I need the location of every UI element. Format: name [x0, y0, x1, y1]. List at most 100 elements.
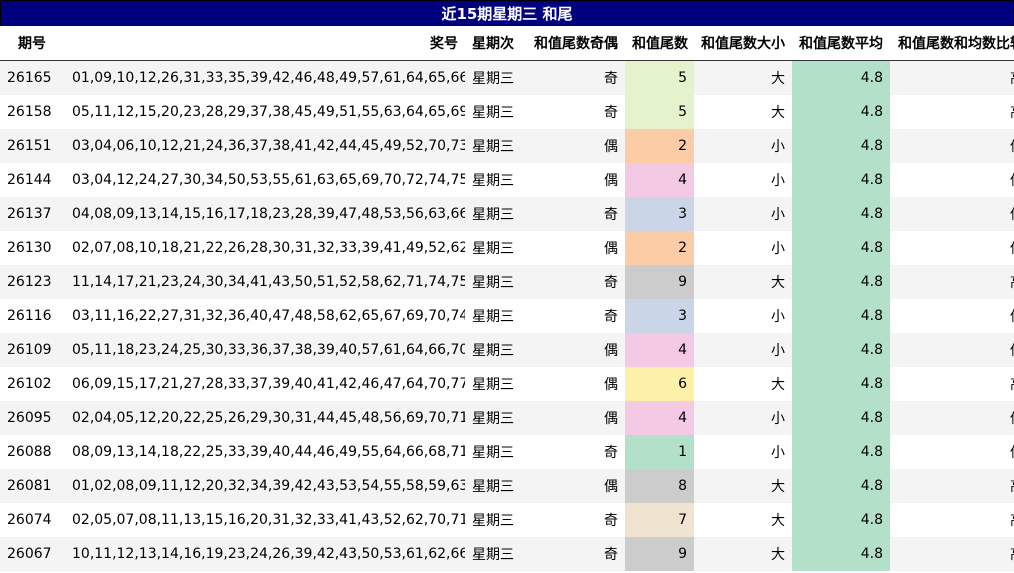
- cell-compare: 高: [890, 469, 1014, 503]
- cell-numbers: 05,11,12,15,20,23,28,29,37,38,45,49,51,5…: [65, 95, 465, 129]
- cell-tail: 4: [625, 163, 694, 197]
- cell-avg: 4.8: [792, 231, 890, 265]
- cell-odd-even: 奇: [526, 60, 625, 95]
- cell-avg: 4.8: [792, 367, 890, 401]
- cell-numbers: 06,09,15,17,21,27,28,33,37,39,40,41,42,4…: [65, 367, 465, 401]
- cell-tail: 8: [625, 469, 694, 503]
- cell-weekday: 星期三: [465, 231, 526, 265]
- header-compare[interactable]: 和值尾数和均数比较: [890, 26, 1014, 61]
- cell-numbers: 02,07,08,10,18,21,22,26,28,30,31,32,33,3…: [65, 231, 465, 265]
- table-row: 26088 08,09,13,14,18,22,25,33,39,40,44,4…: [0, 435, 1014, 469]
- cell-odd-even: 奇: [526, 537, 625, 571]
- header-avg[interactable]: 和值尾数平均: [792, 26, 890, 61]
- cell-odd-even: 偶: [526, 367, 625, 401]
- cell-tail: 7: [625, 503, 694, 537]
- cell-weekday: 星期三: [465, 197, 526, 231]
- cell-numbers: 11,14,17,21,23,24,30,34,41,43,50,51,52,5…: [65, 265, 465, 299]
- cell-weekday: 星期三: [465, 95, 526, 129]
- cell-weekday: 星期三: [465, 60, 526, 95]
- table-title: 近15期星期三 和尾: [0, 0, 1014, 26]
- header-numbers[interactable]: 奖号: [65, 26, 465, 61]
- cell-issue: 26109: [0, 333, 65, 367]
- cell-avg: 4.8: [792, 537, 890, 571]
- cell-compare: 低: [890, 163, 1014, 197]
- results-table: 期号 奖号 星期次 和值尾数奇偶 和值尾数 和值尾数大小 和值尾数平均 和值尾数…: [0, 26, 1014, 571]
- cell-odd-even: 奇: [526, 265, 625, 299]
- table-row: 26116 03,11,16,22,27,31,32,36,40,47,48,5…: [0, 299, 1014, 333]
- cell-weekday: 星期三: [465, 299, 526, 333]
- cell-size: 小: [694, 197, 792, 231]
- cell-issue: 26095: [0, 401, 65, 435]
- cell-issue: 26102: [0, 367, 65, 401]
- cell-tail: 9: [625, 265, 694, 299]
- cell-odd-even: 奇: [526, 197, 625, 231]
- header-issue[interactable]: 期号: [0, 26, 65, 61]
- table-body: 26165 01,09,10,12,26,31,33,35,39,42,46,4…: [0, 60, 1014, 571]
- table-row: 26165 01,09,10,12,26,31,33,35,39,42,46,4…: [0, 60, 1014, 95]
- cell-numbers: 01,09,10,12,26,31,33,35,39,42,46,48,49,5…: [65, 60, 465, 95]
- cell-avg: 4.8: [792, 265, 890, 299]
- cell-size: 大: [694, 265, 792, 299]
- cell-numbers: 02,05,07,08,11,13,15,16,20,31,32,33,41,4…: [65, 503, 465, 537]
- cell-weekday: 星期三: [465, 129, 526, 163]
- cell-size: 大: [694, 95, 792, 129]
- table-row: 26095 02,04,05,12,20,22,25,26,29,30,31,4…: [0, 401, 1014, 435]
- table-row: 26074 02,05,07,08,11,13,15,16,20,31,32,3…: [0, 503, 1014, 537]
- cell-weekday: 星期三: [465, 401, 526, 435]
- cell-tail: 2: [625, 129, 694, 163]
- cell-avg: 4.8: [792, 435, 890, 469]
- cell-tail: 3: [625, 299, 694, 333]
- cell-odd-even: 偶: [526, 163, 625, 197]
- table-row: 26151 03,04,06,10,12,21,24,36,37,38,41,4…: [0, 129, 1014, 163]
- cell-issue: 26088: [0, 435, 65, 469]
- cell-size: 小: [694, 333, 792, 367]
- cell-tail: 4: [625, 333, 694, 367]
- cell-compare: 低: [890, 401, 1014, 435]
- cell-compare: 低: [890, 129, 1014, 163]
- cell-weekday: 星期三: [465, 537, 526, 571]
- cell-size: 大: [694, 367, 792, 401]
- cell-compare: 低: [890, 197, 1014, 231]
- cell-weekday: 星期三: [465, 469, 526, 503]
- cell-tail: 1: [625, 435, 694, 469]
- cell-compare: 高: [890, 265, 1014, 299]
- cell-size: 大: [694, 60, 792, 95]
- cell-numbers: 03,11,16,22,27,31,32,36,40,47,48,58,62,6…: [65, 299, 465, 333]
- cell-tail: 9: [625, 537, 694, 571]
- cell-compare: 高: [890, 95, 1014, 129]
- table-row: 26102 06,09,15,17,21,27,28,33,37,39,40,4…: [0, 367, 1014, 401]
- cell-numbers: 04,08,09,13,14,15,16,17,18,23,28,39,47,4…: [65, 197, 465, 231]
- cell-weekday: 星期三: [465, 265, 526, 299]
- cell-avg: 4.8: [792, 129, 890, 163]
- table-row: 26081 01,02,08,09,11,12,20,32,34,39,42,4…: [0, 469, 1014, 503]
- header-tail[interactable]: 和值尾数: [625, 26, 694, 61]
- header-weekday[interactable]: 星期次: [465, 26, 526, 61]
- cell-issue: 26144: [0, 163, 65, 197]
- cell-weekday: 星期三: [465, 333, 526, 367]
- cell-size: 大: [694, 469, 792, 503]
- cell-size: 小: [694, 435, 792, 469]
- cell-issue: 26116: [0, 299, 65, 333]
- cell-size: 小: [694, 163, 792, 197]
- cell-numbers: 08,09,13,14,18,22,25,33,39,40,44,46,49,5…: [65, 435, 465, 469]
- cell-size: 小: [694, 299, 792, 333]
- cell-odd-even: 偶: [526, 231, 625, 265]
- cell-odd-even: 奇: [526, 299, 625, 333]
- cell-avg: 4.8: [792, 299, 890, 333]
- header-size[interactable]: 和值尾数大小: [694, 26, 792, 61]
- table-row: 26158 05,11,12,15,20,23,28,29,37,38,45,4…: [0, 95, 1014, 129]
- cell-odd-even: 奇: [526, 435, 625, 469]
- cell-tail: 4: [625, 401, 694, 435]
- cell-issue: 26165: [0, 60, 65, 95]
- cell-odd-even: 偶: [526, 469, 625, 503]
- cell-compare: 高: [890, 503, 1014, 537]
- header-odd-even[interactable]: 和值尾数奇偶: [526, 26, 625, 61]
- cell-odd-even: 偶: [526, 129, 625, 163]
- cell-numbers: 05,11,18,23,24,25,30,33,36,37,38,39,40,5…: [65, 333, 465, 367]
- cell-avg: 4.8: [792, 503, 890, 537]
- header-row: 期号 奖号 星期次 和值尾数奇偶 和值尾数 和值尾数大小 和值尾数平均 和值尾数…: [0, 26, 1014, 61]
- cell-issue: 26081: [0, 469, 65, 503]
- cell-weekday: 星期三: [465, 163, 526, 197]
- cell-odd-even: 奇: [526, 503, 625, 537]
- cell-issue: 26074: [0, 503, 65, 537]
